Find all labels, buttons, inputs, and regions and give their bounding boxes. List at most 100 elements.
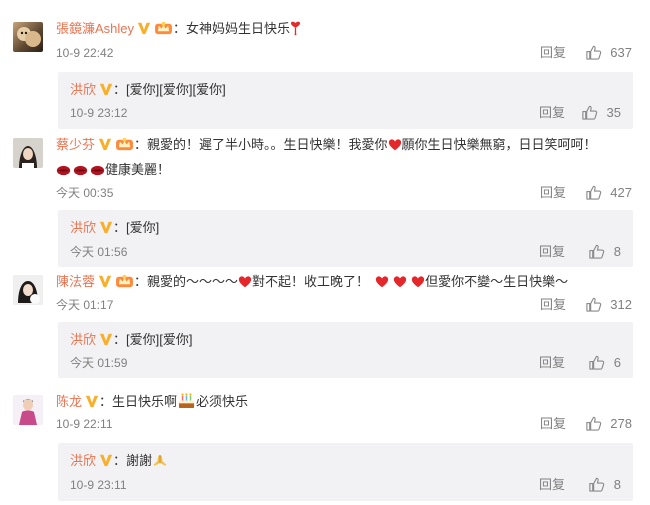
reply-timestamp: 今天 01:56 bbox=[70, 245, 128, 259]
reply-username[interactable]: 洪欣 bbox=[70, 82, 96, 97]
avatar[interactable] bbox=[13, 395, 43, 425]
reply-username[interactable]: 洪欣 bbox=[70, 332, 96, 347]
like-count: 637 bbox=[610, 44, 632, 60]
lips-emoji bbox=[90, 164, 105, 177]
like-button[interactable]: 427 bbox=[585, 184, 632, 201]
reply-text: [爱你][爱你][爱你] bbox=[126, 82, 226, 97]
comment-item: 陈龙 ：生日快乐啊 必须快乐 10-9 22:11 回复 278 洪欣 ：謝謝 10-… bbox=[0, 382, 650, 505]
comment-line: 陳法蓉 ：親愛的～～～～ 對不起！收工晚了！ 但愛你不變～生日快樂～ bbox=[56, 273, 568, 291]
thumbs-up-icon bbox=[588, 243, 605, 260]
comment-item: 陳法蓉 ：親愛的～～～～ 對不起！收工晚了！ 但愛你不變～生日快樂～ 今天 01:17… bbox=[0, 270, 650, 382]
colon: ： bbox=[113, 220, 127, 235]
vip-badge-icon bbox=[98, 274, 112, 288]
like-button[interactable]: 312 bbox=[585, 296, 632, 313]
reply-box: 洪欣 ：[爱你] 今天 01:56 回复 8 bbox=[58, 210, 633, 267]
member-crown-icon bbox=[115, 273, 134, 288]
like-count: 312 bbox=[610, 296, 632, 312]
comment-text: 對不起！收工晚了！ bbox=[252, 274, 370, 289]
colon: ： bbox=[134, 137, 148, 152]
red-heart-emoji bbox=[388, 138, 402, 152]
cake-emoji bbox=[177, 392, 196, 409]
thumbs-up-icon bbox=[588, 354, 605, 371]
vip-badge-icon bbox=[137, 21, 151, 35]
username[interactable]: 陳法蓉 bbox=[56, 274, 95, 289]
avatar-image bbox=[13, 395, 43, 425]
comment-item: 蔡少芬 ：親愛的！遲了半小時。。生日快樂！我愛你 願你生日快樂無窮，日日笑呵呵！ 健… bbox=[0, 134, 650, 270]
comment-line-2: 健康美麗！ bbox=[56, 161, 170, 179]
like-button[interactable]: 637 bbox=[585, 44, 632, 61]
colon: ： bbox=[113, 82, 127, 97]
thumbs-up-icon bbox=[588, 476, 605, 493]
member-crown-icon bbox=[154, 20, 173, 35]
avatar[interactable] bbox=[13, 138, 43, 168]
like-button[interactable]: 35 bbox=[581, 104, 621, 121]
reply-box: 洪欣 ：[爱你][爱你] 今天 01:59 回复 6 bbox=[58, 322, 633, 378]
comment-line: 蔡少芬 ：親愛的！遲了半小時。。生日快樂！我愛你 願你生日快樂無窮，日日笑呵呵！ bbox=[56, 136, 597, 154]
username[interactable]: 蔡少芬 bbox=[56, 137, 95, 152]
reply-text: [爱你][爱你] bbox=[126, 332, 193, 347]
thumbs-up-icon bbox=[585, 415, 602, 432]
like-button[interactable]: 8 bbox=[588, 243, 621, 260]
reply-text: [爱你] bbox=[126, 220, 160, 235]
colon: ： bbox=[113, 332, 127, 347]
like-count: 35 bbox=[606, 104, 621, 120]
avatar[interactable] bbox=[13, 275, 43, 305]
pray-emoji bbox=[152, 453, 168, 468]
reply-button[interactable]: 回复 bbox=[540, 185, 566, 201]
reply-button[interactable]: 回复 bbox=[540, 416, 566, 432]
comment-text: 但愛你不變～生日快樂～ bbox=[425, 274, 569, 289]
reply-button[interactable]: 回复 bbox=[539, 477, 565, 493]
reply-username[interactable]: 洪欣 bbox=[70, 220, 96, 235]
vip-badge-icon bbox=[99, 332, 113, 346]
like-count: 8 bbox=[613, 243, 621, 259]
reply-button[interactable]: 回复 bbox=[540, 45, 566, 61]
colon: ： bbox=[173, 21, 187, 36]
reply-timestamp: 今天 01:59 bbox=[70, 356, 128, 370]
vip-badge-icon bbox=[85, 394, 99, 408]
colon: ： bbox=[134, 274, 148, 289]
comment-item: 張鏡濂Ashley ：女神妈妈生日快乐 10-9 22:42 回复 637 洪欣：… bbox=[0, 0, 650, 134]
username[interactable]: 張鏡濂Ashley bbox=[56, 21, 134, 36]
reply-line: 洪欣 ：[爱你] bbox=[70, 219, 159, 237]
red-heart-emoji bbox=[290, 20, 301, 36]
avatar-image bbox=[13, 138, 43, 168]
reply-line: 洪欣 ：[爱你][爱你][爱你] bbox=[70, 81, 226, 99]
comment-text: 必须快乐 bbox=[196, 394, 249, 409]
red-heart-emoji bbox=[393, 275, 407, 289]
reply-button[interactable]: 回复 bbox=[540, 297, 566, 313]
colon: ： bbox=[99, 394, 113, 409]
reply-text: 謝謝 bbox=[126, 453, 153, 468]
lips-emoji bbox=[73, 164, 88, 177]
comment-text: 生日快乐啊 bbox=[112, 394, 178, 409]
comment-text: 親愛的～～～～ bbox=[147, 274, 239, 289]
reply-box: 洪欣 ：[爱你][爱你][爱你] 10-9 23:12 回复 35 bbox=[58, 72, 633, 129]
member-crown-icon bbox=[115, 136, 134, 151]
comment-text: 女神妈妈生日快乐 bbox=[186, 21, 291, 36]
reply-button[interactable]: 回复 bbox=[539, 105, 565, 121]
vip-badge-icon bbox=[99, 82, 113, 96]
thumbs-up-icon bbox=[585, 44, 602, 61]
comment-line: 張鏡濂Ashley ：女神妈妈生日快乐 bbox=[56, 20, 301, 38]
reply-button[interactable]: 回复 bbox=[539, 244, 565, 260]
like-button[interactable]: 6 bbox=[588, 354, 621, 371]
reply-timestamp: 10-9 23:12 bbox=[70, 106, 128, 120]
like-button[interactable]: 8 bbox=[588, 476, 621, 493]
red-heart-emoji bbox=[375, 275, 389, 289]
avatar[interactable] bbox=[13, 22, 43, 52]
username[interactable]: 陈龙 bbox=[56, 394, 82, 409]
reply-line: 洪欣 ：[爱你][爱你] bbox=[70, 331, 192, 349]
reply-button[interactable]: 回复 bbox=[539, 355, 565, 371]
vip-badge-icon bbox=[99, 220, 113, 234]
timestamp: 10-9 22:42 bbox=[56, 46, 114, 60]
thumbs-up-icon bbox=[585, 184, 602, 201]
timestamp: 今天 01:17 bbox=[56, 298, 114, 312]
comment-text: 親愛的！遲了半小時。。生日快樂！我愛你 bbox=[147, 137, 388, 152]
avatar-image bbox=[17, 27, 41, 47]
lips-emoji bbox=[56, 164, 71, 177]
comment-text: 健康美麗！ bbox=[105, 162, 171, 177]
thumbs-up-icon bbox=[585, 296, 602, 313]
vip-badge-icon bbox=[99, 453, 113, 467]
timestamp: 10-9 22:11 bbox=[56, 417, 113, 431]
like-button[interactable]: 278 bbox=[585, 415, 632, 432]
reply-username[interactable]: 洪欣 bbox=[70, 453, 96, 468]
